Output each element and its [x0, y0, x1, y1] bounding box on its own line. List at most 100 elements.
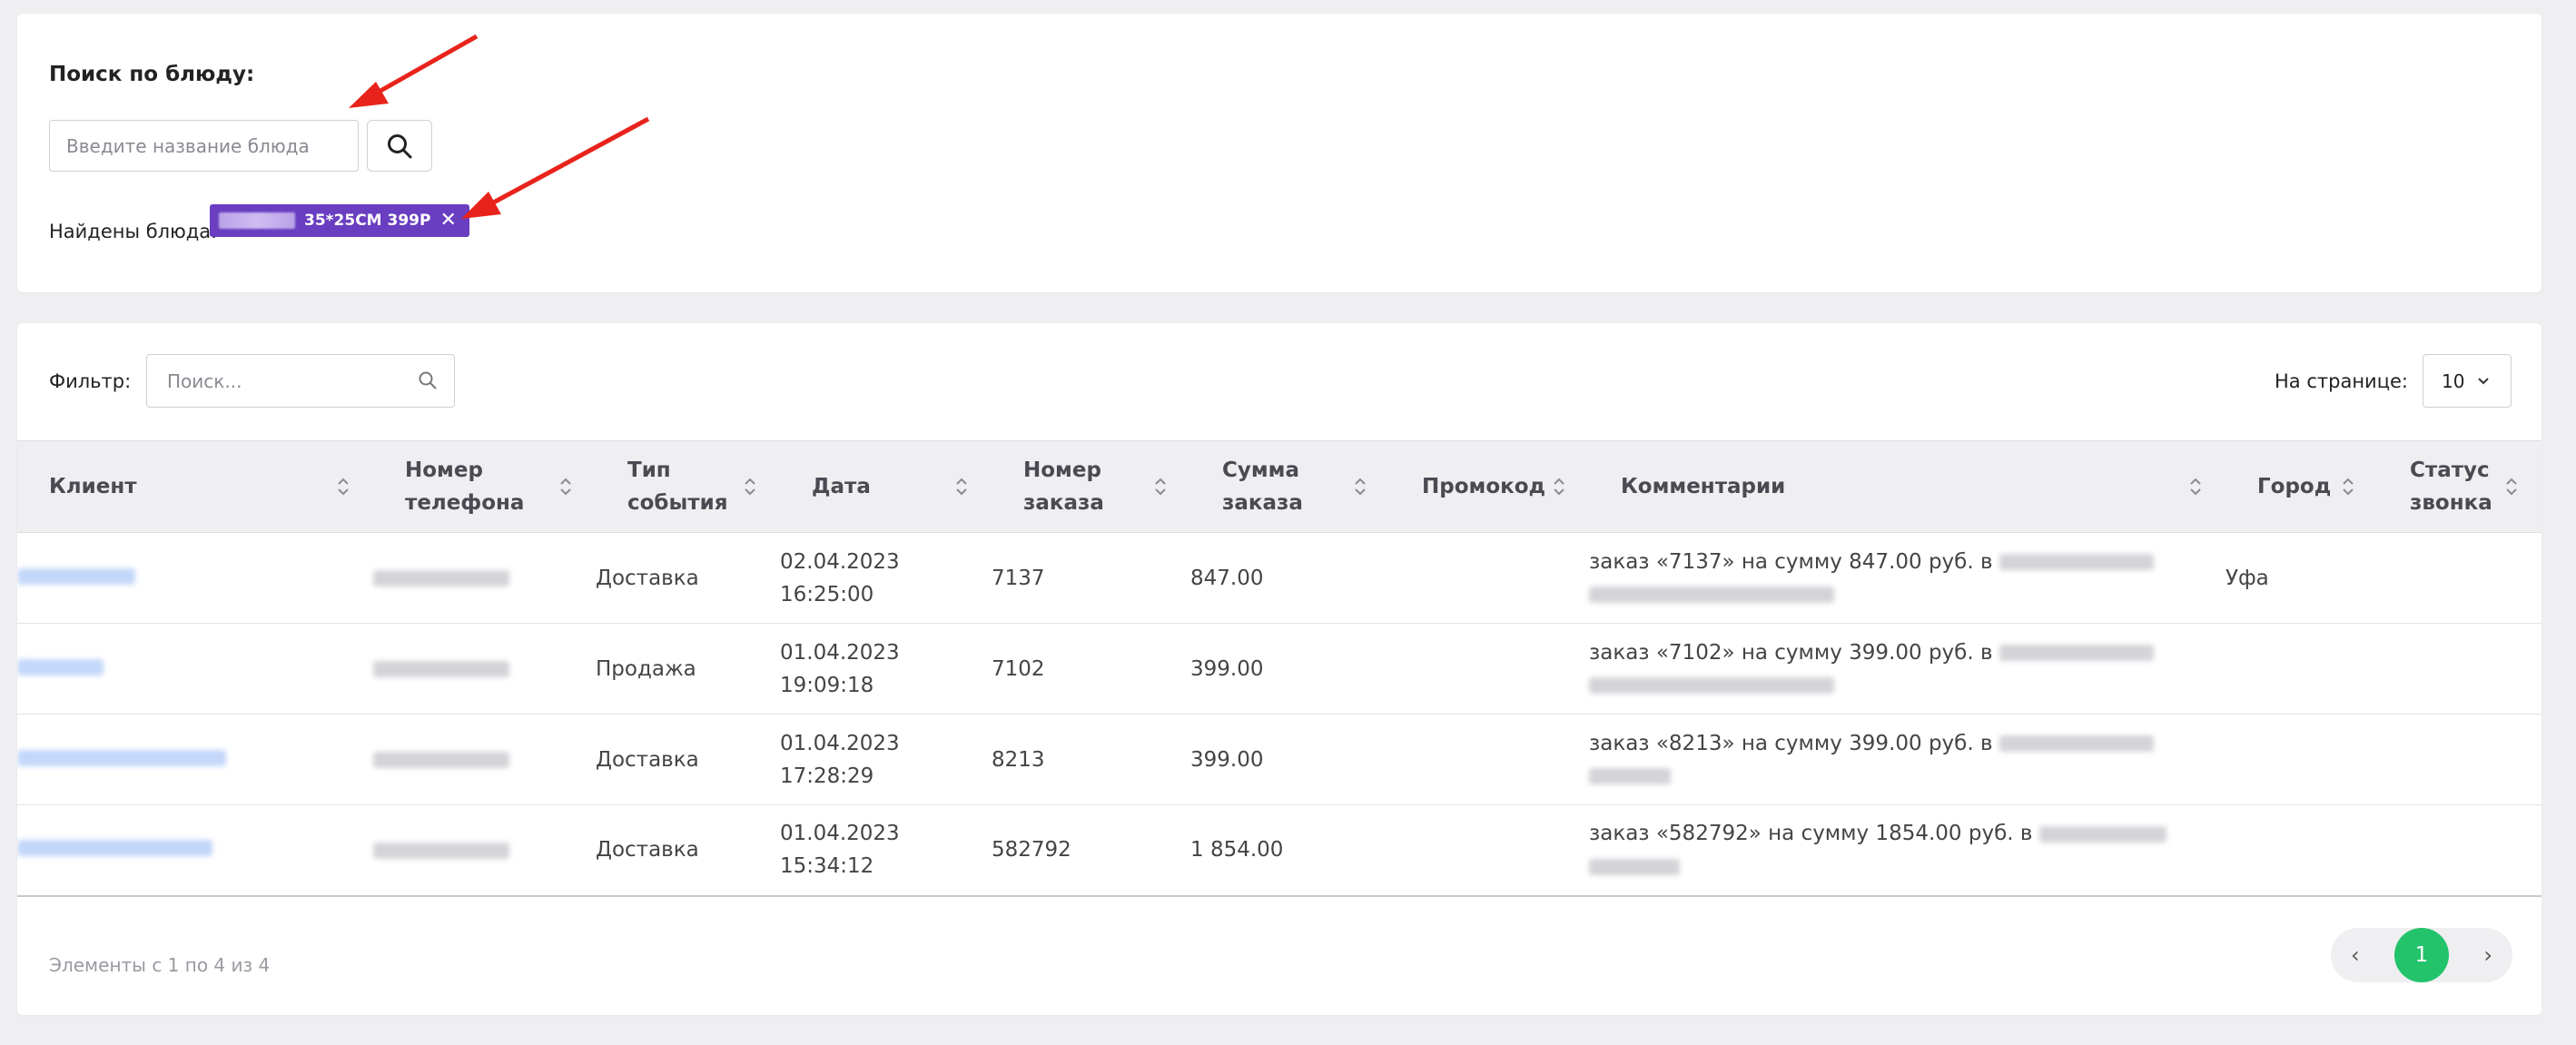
comment-redacted: [1589, 858, 1680, 875]
comment-line: заказ «8213» на сумму 399.00 руб. в: [1589, 727, 2226, 760]
comment-redacted: [1999, 645, 2154, 661]
sort-icon[interactable]: [1154, 477, 1167, 497]
sort-icon[interactable]: [337, 477, 350, 497]
chevron-down-icon: [2478, 377, 2490, 384]
filter-label: Фильтр:: [49, 370, 132, 392]
promocode-cell: [1390, 532, 1589, 624]
order-sum: 1 854.00: [1190, 838, 1284, 863]
client-cell[interactable]: [17, 804, 373, 897]
client-name-link[interactable]: [17, 567, 135, 585]
column-header-label: Дата: [812, 470, 871, 503]
order-sum-cell: 399.00: [1190, 623, 1390, 715]
order-sum: 847.00: [1190, 566, 1264, 590]
column-header-line: Сумма: [1222, 458, 1299, 482]
column-header[interactable]: Комментарии: [1589, 440, 2226, 533]
column-header-content: Сумма заказа: [1190, 454, 1390, 519]
comment-cell: заказ «8213» на сумму 399.00 руб. в: [1589, 714, 2226, 805]
comment-redacted: [1999, 554, 2154, 570]
sort-icon[interactable]: [559, 477, 572, 497]
column-header-content: Клиент: [17, 470, 373, 503]
order-number-cell: 7137: [992, 532, 1190, 624]
column-header-line: телефона: [405, 491, 525, 515]
comment-line: заказ «7137» на сумму 847.00 руб. в: [1589, 546, 2226, 578]
client-cell[interactable]: [17, 532, 373, 624]
sort-icon[interactable]: [2505, 477, 2518, 497]
comment-cell: заказ «7102» на сумму 399.00 руб. в: [1589, 623, 2226, 715]
time: 17:28:29: [780, 764, 874, 788]
column-header-label: Клиент: [49, 470, 137, 503]
table-row[interactable]: Доставка 02.04.2023 16:25:00 7137 847.00 зака…: [17, 532, 2541, 624]
order-sum-cell: 1 854.00: [1190, 804, 1390, 897]
column-header[interactable]: Клиент: [17, 440, 373, 533]
comment-text: заказ «7137» на сумму 847.00 руб. в: [1589, 549, 1993, 574]
column-header-content: Промокод: [1390, 470, 1589, 503]
table-row[interactable]: Доставка 01.04.2023 17:28:29 8213 399.00 зака…: [17, 714, 2541, 805]
phone-cell: [373, 804, 596, 897]
sort-icon[interactable]: [955, 477, 968, 497]
dish-tag-text: 35*25СМ 399Р: [304, 212, 431, 230]
dish-search-input[interactable]: [49, 120, 359, 172]
client-name-link[interactable]: [17, 840, 212, 857]
event-type: Доставка: [596, 747, 699, 772]
comment-redacted: [1589, 587, 1834, 603]
column-header[interactable]: Город: [2226, 440, 2378, 533]
comment-text: заказ «8213» на сумму 399.00 руб. в: [1589, 731, 1993, 755]
column-header[interactable]: Сумма заказа: [1190, 440, 1390, 533]
column-header-line: Тип: [627, 458, 671, 482]
time: 16:25:00: [780, 582, 874, 606]
column-header[interactable]: Дата: [780, 440, 992, 533]
sort-icon[interactable]: [2342, 477, 2354, 497]
column-header-label: Номер заказа: [1023, 454, 1104, 519]
column-header-line: звонка: [2410, 491, 2492, 515]
column-header[interactable]: Тип события: [596, 440, 780, 533]
column-header[interactable]: Номер телефона: [373, 440, 596, 533]
table-row[interactable]: Доставка 01.04.2023 15:34:12 582792 1 854.00…: [17, 804, 2541, 897]
client-name-link[interactable]: [17, 658, 104, 675]
column-header-content: Тип события: [596, 454, 780, 519]
column-header[interactable]: Промокод: [1390, 440, 1589, 533]
sort-icon[interactable]: [1553, 477, 1565, 497]
date: 01.04.2023: [780, 822, 900, 846]
promocode-cell: [1390, 623, 1589, 715]
city-cell: [2226, 804, 2378, 897]
order-number: 582792: [992, 838, 1071, 863]
orders-table: Клиент Номер телефона Тип события Дата Номер за…: [17, 440, 2541, 897]
sort-icon[interactable]: [1354, 477, 1367, 497]
per-page-label: На странице:: [2275, 370, 2408, 392]
order-number-cell: 7102: [992, 623, 1190, 715]
filter-search-input[interactable]: [146, 354, 455, 408]
call-status-cell: [2378, 532, 2541, 624]
chevron-right-icon[interactable]: ›: [2483, 942, 2492, 968]
column-header[interactable]: Номер заказа: [992, 440, 1190, 533]
client-name-link[interactable]: [17, 749, 226, 766]
column-header-content: Дата: [780, 470, 992, 503]
table-row[interactable]: Продажа 01.04.2023 19:09:18 7102 399.00 заказ…: [17, 623, 2541, 715]
dish-search-card: Поиск по блюду: Найдены блюда: 35*25СМ 3…: [17, 14, 2541, 292]
dish-search-button[interactable]: [367, 120, 432, 172]
chevron-left-icon[interactable]: ‹: [2351, 942, 2360, 968]
search-icon: [388, 133, 412, 158]
per-page-select[interactable]: 10: [2423, 354, 2512, 408]
column-header-line: события: [627, 491, 728, 515]
event-type: Продажа: [596, 656, 696, 681]
client-cell[interactable]: [17, 714, 373, 805]
call-status-cell: [2378, 714, 2541, 805]
sort-icon[interactable]: [2189, 477, 2202, 497]
event-type: Доставка: [596, 566, 699, 590]
client-cell[interactable]: [17, 623, 373, 715]
found-dish-tag[interactable]: 35*25СМ 399Р ✕: [210, 204, 469, 237]
column-header-line: Дата: [812, 475, 871, 498]
per-page-value: 10: [2442, 370, 2465, 392]
column-header[interactable]: Статус звонка: [2378, 440, 2541, 533]
column-header-label: Номер телефона: [405, 454, 524, 519]
close-icon[interactable]: ✕: [439, 211, 456, 231]
column-header-line: заказа: [1222, 491, 1303, 515]
column-header-label: Город: [2257, 470, 2331, 503]
call-status-cell: [2378, 623, 2541, 715]
event-type-cell: Доставка: [596, 532, 780, 624]
page-button-1[interactable]: 1: [2394, 928, 2449, 982]
time: 19:09:18: [780, 673, 874, 697]
order-number-cell: 582792: [992, 804, 1190, 897]
sort-icon[interactable]: [744, 477, 756, 497]
order-sum: 399.00: [1190, 656, 1264, 681]
